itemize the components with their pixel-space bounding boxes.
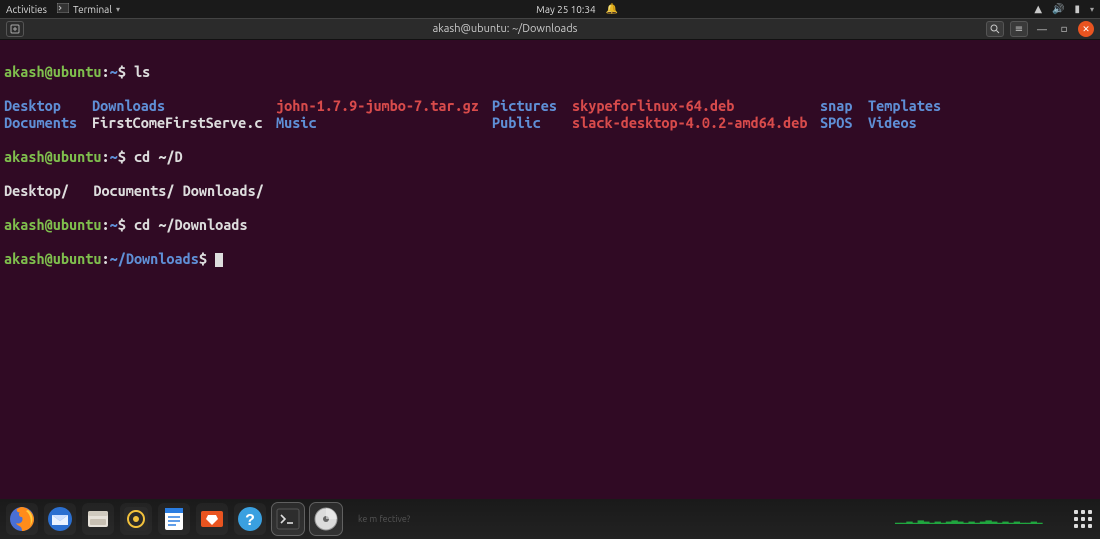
prompt-line-current: akash@ubuntu:~/Downloads$ [4, 250, 1096, 267]
ls-entry: Public [492, 114, 572, 131]
ls-entry: FirstComeFirstServe.c [92, 114, 276, 131]
terminal-mini-icon [57, 3, 69, 15]
dock-disc[interactable] [310, 503, 342, 535]
dock-ubuntu-software[interactable] [196, 503, 228, 535]
prompt-line: akash@ubuntu:~$ cd ~/D [4, 148, 1096, 165]
prompt-line: akash@ubuntu:~$ cd ~/Downloads [4, 216, 1096, 233]
prompt-path: ~ [110, 63, 118, 80]
minimize-button[interactable]: — [1034, 21, 1050, 37]
ls-entry: Downloads [92, 97, 276, 114]
dock-rhythmbox[interactable] [120, 503, 152, 535]
ls-entry: Desktop [4, 97, 92, 114]
window-title: akash@ubuntu: ~/Downloads [433, 23, 578, 35]
new-tab-button[interactable] [6, 21, 24, 37]
typed-command: ls [134, 63, 150, 80]
ls-entry: skypeforlinux-64.deb [572, 97, 820, 114]
dock-help[interactable]: ? [234, 503, 266, 535]
prompt-path: ~/Downloads [110, 250, 199, 267]
dock-firefox[interactable] [6, 503, 38, 535]
ls-entry: snap [820, 97, 868, 114]
grid-icon [1074, 510, 1092, 528]
activities-button[interactable]: Activities [6, 4, 47, 15]
clock-area[interactable]: May 25 10:34 🔔 [536, 3, 618, 15]
hamburger-menu-button[interactable]: ≡ [1010, 21, 1028, 37]
prompt-user: akash@ubuntu [4, 63, 101, 80]
dock-libreoffice-writer[interactable] [158, 503, 190, 535]
ls-entry: Documents [4, 114, 92, 131]
dock-files[interactable] [82, 503, 114, 535]
chevron-down-icon: ▾ [1090, 5, 1094, 14]
close-button[interactable]: ✕ [1078, 21, 1094, 37]
terminal-header-bar: akash@ubuntu: ~/Downloads ≡ — ▫ ✕ [0, 18, 1100, 40]
search-button[interactable] [986, 21, 1004, 37]
dock-thunderbird[interactable] [44, 503, 76, 535]
battery-icon: ▮ [1074, 3, 1080, 15]
dock-terminal[interactable] [272, 503, 304, 535]
notification-icon: 🔔 [606, 3, 618, 15]
tab-completion-line: Desktop/ Documents/ Downloads/ [4, 182, 1096, 199]
system-tray[interactable]: ▲ 🔊 ▮ ▾ [1034, 3, 1094, 15]
ls-entry: slack-desktop-4.0.2-amd64.deb [572, 114, 820, 131]
app-name-label: Terminal [73, 4, 112, 15]
terminal-viewport[interactable]: akash@ubuntu:~$ ls DesktopDownloadsjohn-… [0, 40, 1100, 499]
dock: ? ke m fective? ▁▁▂▁▃▂▁▂▁▂▃▂▁▂▁▂▃▂▁▂▁▂▁▁… [0, 499, 1100, 539]
ls-entry: Templates [868, 97, 1096, 114]
ls-entry: Pictures [492, 97, 572, 114]
typed-command: cd ~/D [134, 148, 183, 165]
prompt-line: akash@ubuntu:~$ ls [4, 63, 1096, 80]
maximize-button[interactable]: ▫ [1056, 21, 1072, 37]
ls-entry: SPOS [820, 114, 868, 131]
ls-output: DesktopDownloadsjohn-1.7.9-jumbo-7.tar.g… [4, 97, 1096, 131]
obscured-browser-text: ke m fective? [358, 514, 410, 524]
show-applications-button[interactable] [1074, 510, 1092, 528]
svg-text:?: ? [245, 512, 255, 529]
prompt-dollar: $ [118, 63, 126, 80]
system-monitor-applet[interactable]: ▁▁▂▁▃▂▁▂▁▂▃▂▁▂▁▂▃▂▁▂▁▂▁▁▂▁ [895, 515, 1042, 524]
network-icon: ▲ [1034, 3, 1042, 15]
ls-entry: Music [276, 114, 492, 131]
ls-entry: Videos [868, 114, 1096, 131]
cursor [215, 253, 223, 267]
volume-icon: 🔊 [1052, 3, 1064, 15]
typed-command: cd ~/Downloads [134, 216, 248, 233]
ls-entry: john-1.7.9-jumbo-7.tar.gz [276, 97, 492, 114]
prompt-sep: : [101, 63, 109, 80]
datetime-label: May 25 10:34 [536, 4, 596, 15]
gnome-top-bar: Activities Terminal ▾ May 25 10:34 🔔 ▲ 🔊… [0, 0, 1100, 18]
app-menu[interactable]: Terminal ▾ [57, 3, 120, 15]
chevron-down-icon: ▾ [116, 5, 120, 14]
